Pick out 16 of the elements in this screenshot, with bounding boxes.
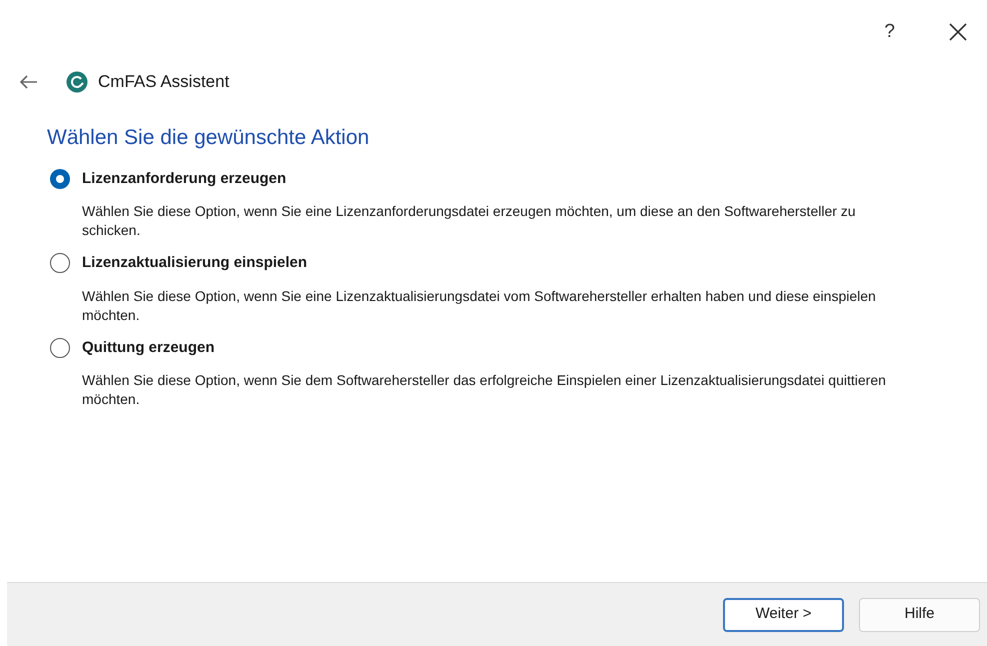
option-description: Wählen Sie diese Option, wenn Sie dem Softwarehersteller das erfolgreiche Einspielen einer Lizenzaktualisierungsdatei quittieren möchten.: [82, 371, 887, 409]
app-title: CmFAS Assistent: [98, 71, 230, 94]
app-logo-icon: [66, 71, 88, 93]
option-label[interactable]: Quittung erzeugen: [82, 336, 214, 359]
option-description: Wählen Sie diese Option, wenn Sie eine Lizenzaktualisierungsdatei vom Softwarehersteller erhalten haben und diese einspielen möchten.: [82, 286, 877, 324]
option-label[interactable]: Lizenzanforderung erzeugen: [82, 168, 286, 190]
option-label[interactable]: Lizenzaktualisierung einspielen: [82, 252, 308, 274]
close-button[interactable]: [947, 21, 969, 43]
dialog-button[interactable]: Weiter >: [723, 598, 844, 632]
page-heading: Wählen Sie die gewünschte Aktion: [47, 125, 370, 151]
radio-button[interactable]: [50, 253, 70, 274]
radio-button[interactable]: [50, 168, 70, 189]
help-button[interactable]: ?: [884, 18, 895, 46]
option-description: Wählen Sie diese Option, wenn Sie eine Lizenzanforderungsdatei erzeugen möchten, um diese an den Softwarehersteller zu schicken.: [82, 202, 857, 240]
radio-button[interactable]: [50, 338, 70, 358]
dialog-button[interactable]: Hilfe: [859, 598, 980, 632]
